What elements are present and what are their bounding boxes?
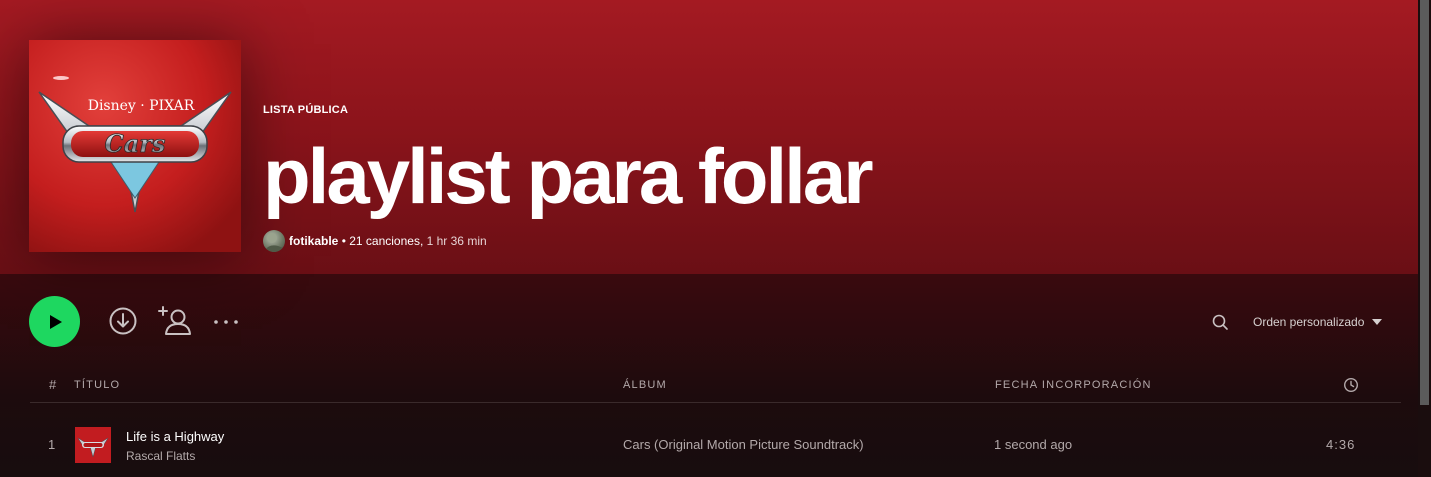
header-title[interactable]: TÍTULO xyxy=(74,379,120,391)
header-index: # xyxy=(49,377,58,392)
search-in-playlist-button[interactable] xyxy=(1209,311,1231,333)
clock-icon xyxy=(1343,377,1359,393)
sort-dropdown[interactable]: Orden personalizado xyxy=(1253,313,1384,331)
more-options-button[interactable] xyxy=(212,310,240,334)
download-circle-icon xyxy=(109,307,137,335)
owner-link[interactable]: fotikable xyxy=(289,234,338,248)
search-icon xyxy=(1212,314,1228,330)
playlist-title: playlist para follar xyxy=(263,132,874,220)
playlist-duration: 1 hr 36 min xyxy=(426,234,487,248)
cars-thumb-icon xyxy=(75,427,111,463)
header-date-added[interactable]: FECHA INCORPORACIÓN xyxy=(995,379,1152,391)
header-album[interactable]: ÁLBUM xyxy=(623,379,667,391)
add-collaborator-button[interactable] xyxy=(158,305,192,337)
cars-logo-cover: Cars Disney · PIXAR xyxy=(29,40,241,252)
scrollbar-thumb[interactable] xyxy=(1420,0,1429,405)
header-duration[interactable] xyxy=(1343,377,1359,396)
song-count: • 21 canciones, xyxy=(341,234,424,248)
track-artist[interactable]: Rascal Flatts xyxy=(126,449,195,463)
cover-brand-text: Disney · PIXAR xyxy=(88,98,195,114)
playlist-type-label: LISTA PÚBLICA xyxy=(263,104,349,116)
play-icon xyxy=(49,314,62,329)
playlist-byline: fotikable • 21 canciones, 1 hr 36 min xyxy=(263,230,487,252)
playlist-cover-art[interactable]: Cars Disney · PIXAR xyxy=(29,40,241,252)
tracklist-header: # TÍTULO ÁLBUM FECHA INCORPORACIÓN xyxy=(30,375,1401,403)
track-index: 1 xyxy=(48,437,56,452)
cover-logo-text: Cars xyxy=(105,129,166,158)
track-duration: 4:36 xyxy=(1326,437,1356,452)
add-user-icon xyxy=(158,306,191,335)
track-album[interactable]: Cars (Original Motion Picture Soundtrack… xyxy=(623,437,864,452)
ellipsis-icon xyxy=(214,320,238,324)
track-date-added: 1 second ago xyxy=(994,437,1073,452)
download-button[interactable] xyxy=(108,306,138,336)
caret-down-icon xyxy=(1372,319,1383,325)
sort-label: Orden personalizado xyxy=(1253,315,1365,329)
play-button[interactable] xyxy=(29,296,80,347)
scrollbar-track[interactable] xyxy=(1418,0,1431,477)
avatar-image-icon xyxy=(265,233,283,252)
owner-avatar[interactable] xyxy=(263,230,285,252)
track-album-art xyxy=(75,427,111,463)
track-title[interactable]: Life is a Highway xyxy=(126,429,224,444)
table-row[interactable]: 1 Life is a Highway Rascal Flatts Cars (… xyxy=(30,420,1401,468)
